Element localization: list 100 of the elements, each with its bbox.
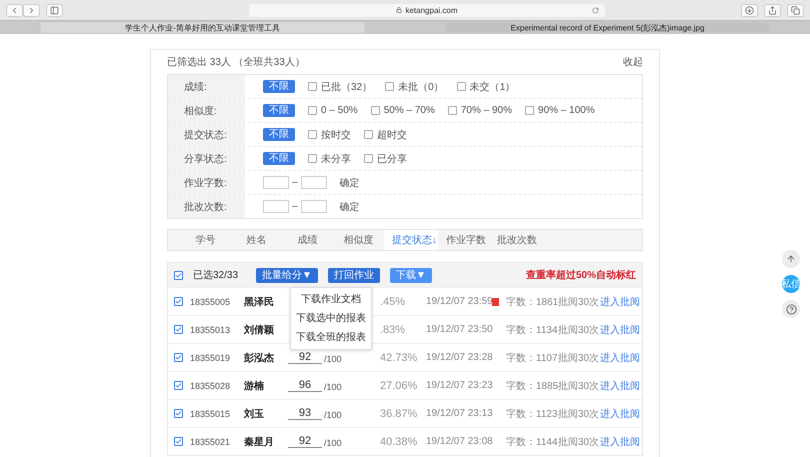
filter-option[interactable]: 不限: [263, 80, 295, 93]
review-link[interactable]: 进入批阅: [600, 434, 642, 448]
checkbox[interactable]: [174, 409, 183, 418]
score-field[interactable]: 96: [288, 379, 322, 392]
student-id: 18355005: [190, 296, 232, 306]
back-button[interactable]: [6, 4, 23, 16]
menu-item[interactable]: 下载作业文档: [291, 290, 371, 309]
share-button[interactable]: [764, 4, 781, 16]
similarity: 27.06%: [380, 380, 418, 392]
similarity: 42.73%: [380, 352, 418, 364]
checkbox[interactable]: [174, 297, 183, 306]
checkbox[interactable]: [525, 106, 534, 115]
filter-option[interactable]: 不限: [263, 152, 295, 165]
score-field[interactable]: 93: [288, 407, 322, 420]
word-count: 字数：1134: [506, 324, 558, 336]
filter-label: 提交状态:: [168, 123, 245, 146]
chevron-right-icon: [27, 6, 36, 14]
browser-tab[interactable]: Experimental record of Experiment 5(彭泓杰)image.jpg: [446, 22, 770, 33]
help-button[interactable]: [782, 300, 800, 318]
sort-tab[interactable]: 提交状态↓: [384, 230, 438, 250]
forward-button[interactable]: [23, 4, 40, 16]
option-label: 50% – 70%: [384, 105, 435, 116]
tabs-icon: [791, 6, 800, 14]
review-link[interactable]: 进入批阅: [600, 378, 642, 392]
review-link[interactable]: 进入批阅: [600, 350, 642, 364]
filter-option[interactable]: 不限: [263, 128, 295, 141]
submit-time: 19/12/07 23:50: [426, 324, 492, 335]
sort-tab[interactable]: 批改次数: [489, 230, 540, 250]
help-icon: [786, 304, 796, 314]
confirm-button[interactable]: 确定: [340, 200, 360, 214]
filter-option[interactable]: 不限: [263, 104, 295, 117]
checkbox[interactable]: [174, 353, 183, 362]
download-button[interactable]: [741, 4, 758, 16]
max-input-field[interactable]: [300, 176, 327, 189]
max-input-field[interactable]: [300, 200, 327, 213]
option-label: 按时交: [321, 128, 351, 142]
word-count: 字数：1107: [506, 352, 558, 364]
action-button[interactable]: 打回作业: [328, 268, 380, 282]
checkbox[interactable]: [370, 106, 380, 115]
similarity: 36.87%: [380, 408, 418, 420]
sort-tab[interactable]: 相似度: [333, 230, 384, 250]
sort-tab[interactable]: 学号: [180, 230, 231, 250]
filter-label: 分享状态:: [168, 147, 245, 170]
action-button[interactable]: 批量给分▼: [256, 268, 318, 282]
similarity: 40.38%: [380, 436, 418, 448]
menu-item[interactable]: 下载全班的报表: [291, 328, 371, 347]
checkbox[interactable]: [456, 82, 466, 91]
submit-time: 19/12/07 23:08: [426, 436, 492, 447]
sort-tab[interactable]: 姓名: [231, 230, 282, 250]
checkbox[interactable]: [385, 82, 394, 91]
submit-time: 19/12/07 23:13: [426, 408, 492, 419]
confirm-button[interactable]: 确定: [340, 176, 360, 190]
review-count: 批阅30次: [558, 380, 600, 392]
student-id: 18355019: [190, 352, 232, 362]
browser-tab[interactable]: 学生个人作业-简单好用的互动课堂管理工具: [40, 22, 364, 33]
option-label: 超时交: [377, 128, 407, 142]
share-icon: [768, 6, 777, 14]
arrow-up-icon: [786, 254, 796, 264]
message-button[interactable]: 私信: [782, 275, 800, 293]
action-button[interactable]: 下载▼: [390, 268, 432, 282]
student-id: 18355028: [190, 380, 232, 390]
option-label: 未批（0）: [398, 80, 444, 94]
review-link[interactable]: 进入批阅: [600, 322, 642, 336]
collapse-link[interactable]: 收起: [623, 55, 643, 69]
address-bar[interactable]: ketangpai.com: [249, 4, 605, 16]
checkbox[interactable]: [174, 381, 183, 390]
checkbox[interactable]: [174, 437, 183, 446]
checkbox[interactable]: [308, 154, 317, 163]
score-total: /100: [324, 438, 342, 448]
checkbox[interactable]: [364, 130, 373, 139]
filter-summary: 已筛选出 33人 （全班共33人）: [167, 56, 305, 69]
min-input-field[interactable]: [263, 176, 289, 189]
reload-icon[interactable]: [592, 6, 599, 14]
selected-count: 已选32/33: [193, 268, 238, 282]
sort-tab[interactable]: 作业字数: [438, 230, 489, 250]
score-field[interactable]: 92: [288, 351, 322, 364]
min-input-field[interactable]: [263, 200, 289, 213]
back-to-top-button[interactable]: [782, 250, 800, 268]
similarity: .83%: [380, 324, 406, 336]
checkbox[interactable]: [308, 106, 317, 115]
checkbox[interactable]: [308, 130, 317, 139]
sidebar-icon: [50, 6, 59, 14]
score-field[interactable]: 92: [288, 435, 322, 448]
tabs-button[interactable]: [787, 4, 804, 16]
checkbox[interactable]: [174, 325, 183, 334]
checkbox[interactable]: [364, 154, 373, 163]
word-count: 字数：1861: [506, 296, 558, 308]
review-link[interactable]: 进入批阅: [600, 406, 642, 420]
checkbox[interactable]: [308, 82, 317, 91]
checkbox[interactable]: [448, 106, 457, 115]
sort-tab[interactable]: 成绩: [282, 230, 333, 250]
review-link[interactable]: 进入批阅: [600, 294, 642, 308]
review-count: 批阅30次: [558, 296, 600, 308]
menu-item[interactable]: 下载选中的报表: [291, 309, 371, 328]
review-count: 批阅30次: [558, 324, 600, 336]
checkbox[interactable]: [174, 270, 183, 280]
option-label: 0 – 50%: [321, 105, 358, 116]
sidebar-button[interactable]: [46, 4, 63, 16]
word-count: 字数：1885: [506, 380, 558, 392]
word-count: 字数：1123: [506, 408, 558, 420]
